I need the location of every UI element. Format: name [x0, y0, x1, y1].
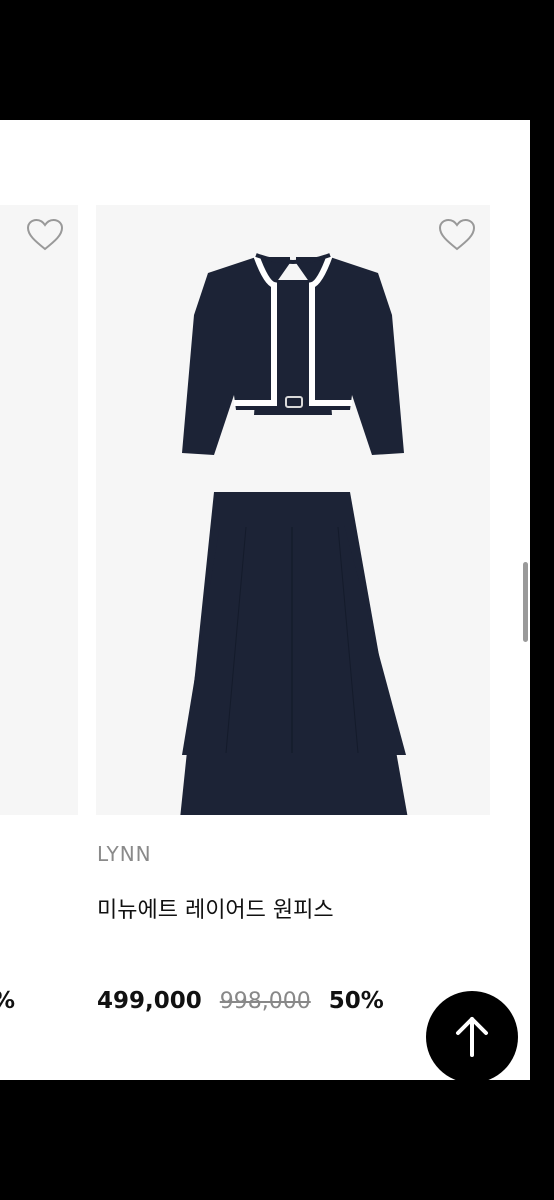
- discount-rate: 50%: [328, 988, 384, 1014]
- wishlist-heart-icon[interactable]: [438, 218, 476, 252]
- arrow-up-icon: [456, 1017, 488, 1057]
- sale-price: 499,000: [97, 988, 202, 1014]
- product-image[interactable]: [96, 205, 490, 819]
- scroll-to-top-button[interactable]: [426, 991, 518, 1080]
- wishlist-heart-icon[interactable]: [26, 218, 64, 252]
- product-brand[interactable]: LYNN: [97, 842, 152, 866]
- scrollbar[interactable]: [523, 562, 528, 642]
- product-discount-left: %: [0, 988, 15, 1014]
- product-title[interactable]: 미뉴에트 레이어드 원피스: [97, 892, 334, 924]
- navy-dress-illustration: [180, 253, 408, 819]
- price-row: 499,000 998,000 50%: [97, 988, 384, 1020]
- product-grid-screen: % LYNN: [0, 120, 530, 1080]
- product-image-left[interactable]: [0, 205, 78, 815]
- original-price: 998,000: [219, 989, 311, 1014]
